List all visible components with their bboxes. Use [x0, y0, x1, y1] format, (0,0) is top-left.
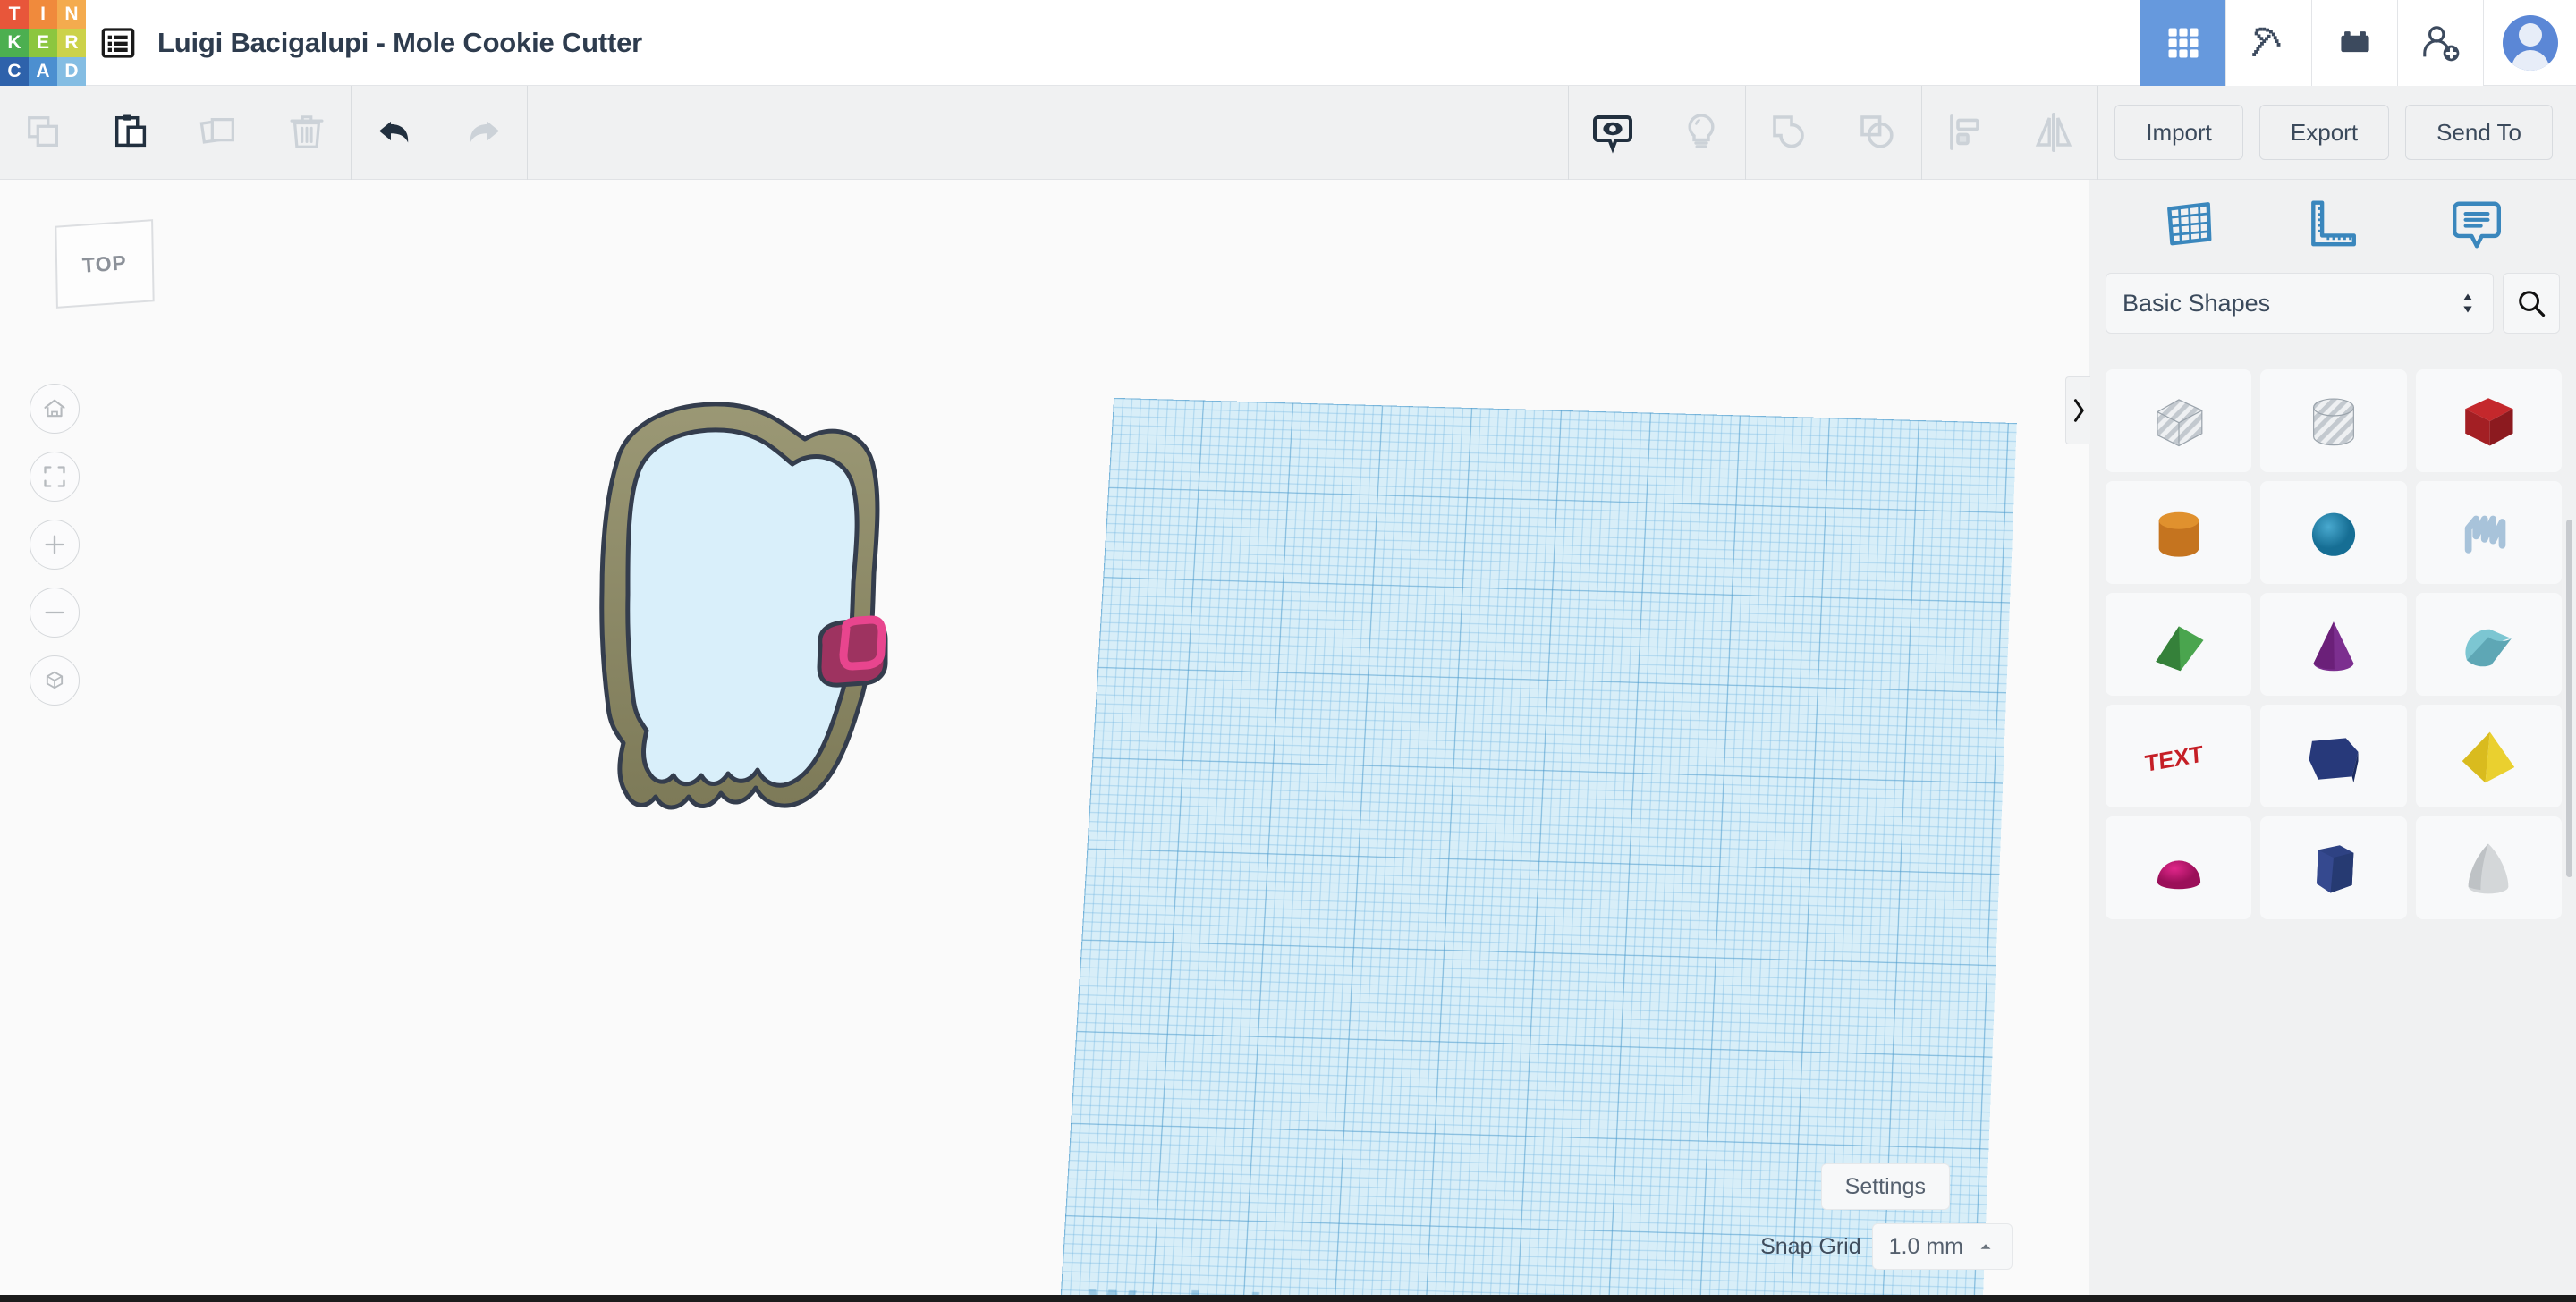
copy-icon[interactable] — [0, 86, 88, 180]
logo-tile-3: K — [0, 29, 29, 57]
shape-scribble[interactable] — [2416, 481, 2562, 584]
ungroup-icon[interactable] — [1834, 86, 1921, 180]
snap-grid-select[interactable]: 1.0 mm — [1872, 1223, 2012, 1270]
undo-icon[interactable] — [352, 86, 439, 180]
toolbar-divider-7 — [2097, 86, 2098, 180]
logo-tile-5: R — [57, 29, 86, 57]
avatar[interactable] — [2483, 0, 2576, 86]
minecraft-pickaxe-icon[interactable] — [2225, 0, 2311, 86]
pink-rounded-object — [819, 620, 886, 685]
shape-category-select[interactable]: Basic Shapes — [2106, 273, 2494, 334]
logo-tile-0: T — [0, 0, 29, 29]
avatar-image — [2503, 15, 2558, 71]
shape-half-cylinder[interactable] — [2416, 593, 2562, 696]
shape-cylinder-hole[interactable] — [2260, 369, 2406, 472]
settings-button[interactable]: Settings — [1821, 1163, 1950, 1210]
shape-half-sphere[interactable] — [2106, 816, 2251, 919]
search-icon[interactable] — [2503, 273, 2560, 334]
fit-to-view-icon[interactable] — [30, 452, 80, 502]
list-panel-icon[interactable] — [86, 0, 150, 86]
avatar-head — [2519, 23, 2542, 46]
shape-cylinder[interactable] — [2106, 481, 2251, 584]
align-icon[interactable] — [1922, 86, 2010, 180]
logo-tile-8: D — [57, 57, 86, 86]
home-view-icon[interactable] — [30, 384, 80, 434]
snap-grid-label: Snap Grid — [1760, 1234, 1861, 1260]
logo-tile-2: N — [57, 0, 86, 29]
duplicate-icon[interactable] — [175, 86, 263, 180]
workplane-label: Workplane — [1086, 1276, 1353, 1295]
show-all-eye-icon[interactable] — [1569, 86, 1657, 180]
snap-grid-value: 1.0 mm — [1889, 1234, 1963, 1260]
shape-cone[interactable] — [2260, 593, 2406, 696]
ortho-perspective-icon[interactable] — [30, 655, 80, 706]
mirror-icon[interactable] — [2010, 86, 2097, 180]
shape-pyramid[interactable] — [2416, 705, 2562, 807]
panel-search-row: Basic Shapes — [2089, 273, 2576, 334]
delete-icon[interactable] — [263, 86, 351, 180]
shape-hexagonal-prism[interactable] — [2260, 816, 2406, 919]
group-icon[interactable] — [1746, 86, 1834, 180]
edit-toolbar: Import Export Send To — [0, 86, 2576, 180]
apps-grid-icon[interactable] — [2140, 0, 2225, 86]
view-cube[interactable]: TOP — [55, 219, 154, 309]
export-button[interactable]: Export — [2259, 105, 2389, 160]
view-cube-face-label: TOP — [81, 250, 128, 277]
svg-text:TEXT: TEXT — [2144, 741, 2204, 776]
panel-scrollbar[interactable] — [2566, 520, 2572, 877]
top-header-bar: T I N K E R C A D Luigi Bacigalupi - Mol… — [0, 0, 2576, 86]
lightbulb-icon[interactable] — [1657, 86, 1745, 180]
notes-icon[interactable] — [2436, 187, 2518, 262]
add-person-icon[interactable] — [2397, 0, 2483, 86]
workplane-grid[interactable]: Workplane — [1059, 398, 2017, 1295]
shape-box[interactable] — [2416, 369, 2562, 472]
tinkercad-logo[interactable]: T I N K E R C A D — [0, 0, 86, 86]
import-button[interactable]: Import — [2114, 105, 2243, 160]
logo-tile-1: I — [29, 0, 57, 29]
tinkercad-app: T I N K E R C A D Luigi Bacigalupi - Mol… — [0, 0, 2576, 1302]
logo-tile-6: C — [0, 57, 29, 86]
logo-tile-7: A — [29, 57, 57, 86]
redo-icon[interactable] — [439, 86, 527, 180]
panel-tool-icons — [2089, 180, 2576, 269]
zoom-in-icon[interactable] — [30, 520, 80, 570]
shape-paraboloid[interactable] — [2416, 816, 2562, 919]
send-to-button[interactable]: Send To — [2405, 105, 2553, 160]
workplane-icon[interactable] — [2148, 187, 2230, 262]
shape-text[interactable]: TEXT — [2106, 705, 2251, 807]
zoom-out-icon[interactable] — [30, 588, 80, 638]
shape-polygon[interactable] — [2260, 705, 2406, 807]
window-bottom-bar — [0, 1295, 2576, 1302]
mole-cookie-cutter-shape — [602, 404, 877, 807]
shape-roof[interactable] — [2106, 593, 2251, 696]
toolbar-divider-2 — [527, 86, 528, 180]
shape-sphere[interactable] — [2260, 481, 2406, 584]
viewport-nav-buttons — [30, 384, 80, 706]
3d-viewport[interactable]: TOP — [0, 180, 2089, 1295]
paste-icon[interactable] — [88, 86, 175, 180]
avatar-body — [2512, 50, 2549, 71]
chevron-updown-icon — [2459, 291, 2477, 316]
shape-library-grid[interactable]: TEXT — [2106, 369, 2562, 1299]
caret-up-icon — [1976, 1237, 1996, 1256]
logo-tile-4: E — [29, 29, 57, 57]
snap-grid-control: Snap Grid 1.0 mm — [1760, 1223, 2012, 1270]
shape-box-hole[interactable] — [2106, 369, 2251, 472]
lego-brick-icon[interactable] — [2311, 0, 2397, 86]
page-title: Luigi Bacigalupi - Mole Cookie Cutter — [157, 27, 642, 59]
shape-category-label: Basic Shapes — [2123, 290, 2270, 317]
shapes-panel: Basic Shapes — [2089, 180, 2576, 1302]
chevron-right-icon[interactable] — [2065, 376, 2090, 444]
ruler-icon[interactable] — [2292, 187, 2374, 262]
